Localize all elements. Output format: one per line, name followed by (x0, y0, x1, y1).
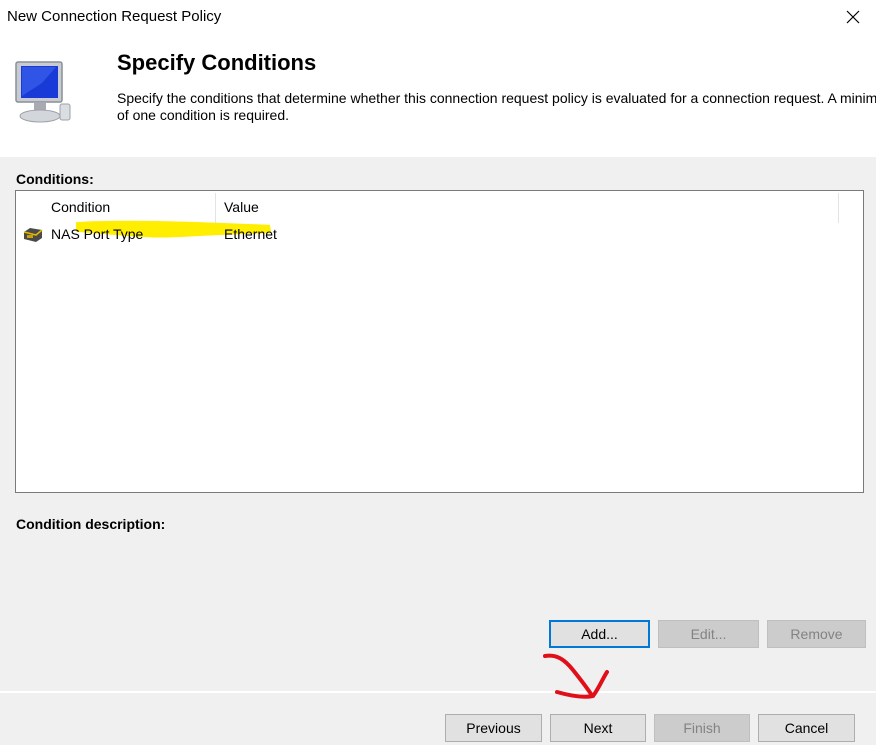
close-icon (846, 10, 860, 24)
edit-button[interactable]: Edit... (658, 620, 759, 648)
value-cell: Ethernet (224, 226, 277, 242)
column-separator (838, 193, 839, 223)
computer-monitor-icon (15, 61, 71, 123)
red-arrow-annotation (543, 653, 609, 699)
close-button[interactable] (830, 0, 876, 34)
condition-cell: NAS Port Type (51, 226, 144, 242)
table-row[interactable]: NAS Port Type Ethernet (18, 225, 858, 245)
cancel-button[interactable]: Cancel (758, 714, 855, 742)
conditions-list[interactable]: Condition Value NAS Port Type Ethernet (15, 190, 864, 493)
next-button[interactable]: Next (550, 714, 646, 742)
footer-divider (0, 691, 876, 693)
previous-button[interactable]: Previous (445, 714, 542, 742)
title-bar: New Connection Request Policy (0, 0, 876, 34)
wizard-header: Specify Conditions Specify the condition… (0, 34, 876, 157)
page-description: Specify the conditions that determine wh… (117, 90, 876, 123)
remove-button[interactable]: Remove (767, 620, 866, 648)
nas-port-icon (23, 228, 43, 242)
column-header-condition[interactable]: Condition (51, 199, 110, 215)
add-button[interactable]: Add... (549, 620, 650, 648)
page-title: Specify Conditions (117, 50, 317, 75)
finish-button[interactable]: Finish (654, 714, 750, 742)
column-header-value[interactable]: Value (224, 199, 259, 215)
condition-description-label: Condition description: (16, 516, 166, 532)
window-title: New Connection Request Policy (7, 8, 222, 25)
conditions-label: Conditions: (16, 171, 94, 187)
